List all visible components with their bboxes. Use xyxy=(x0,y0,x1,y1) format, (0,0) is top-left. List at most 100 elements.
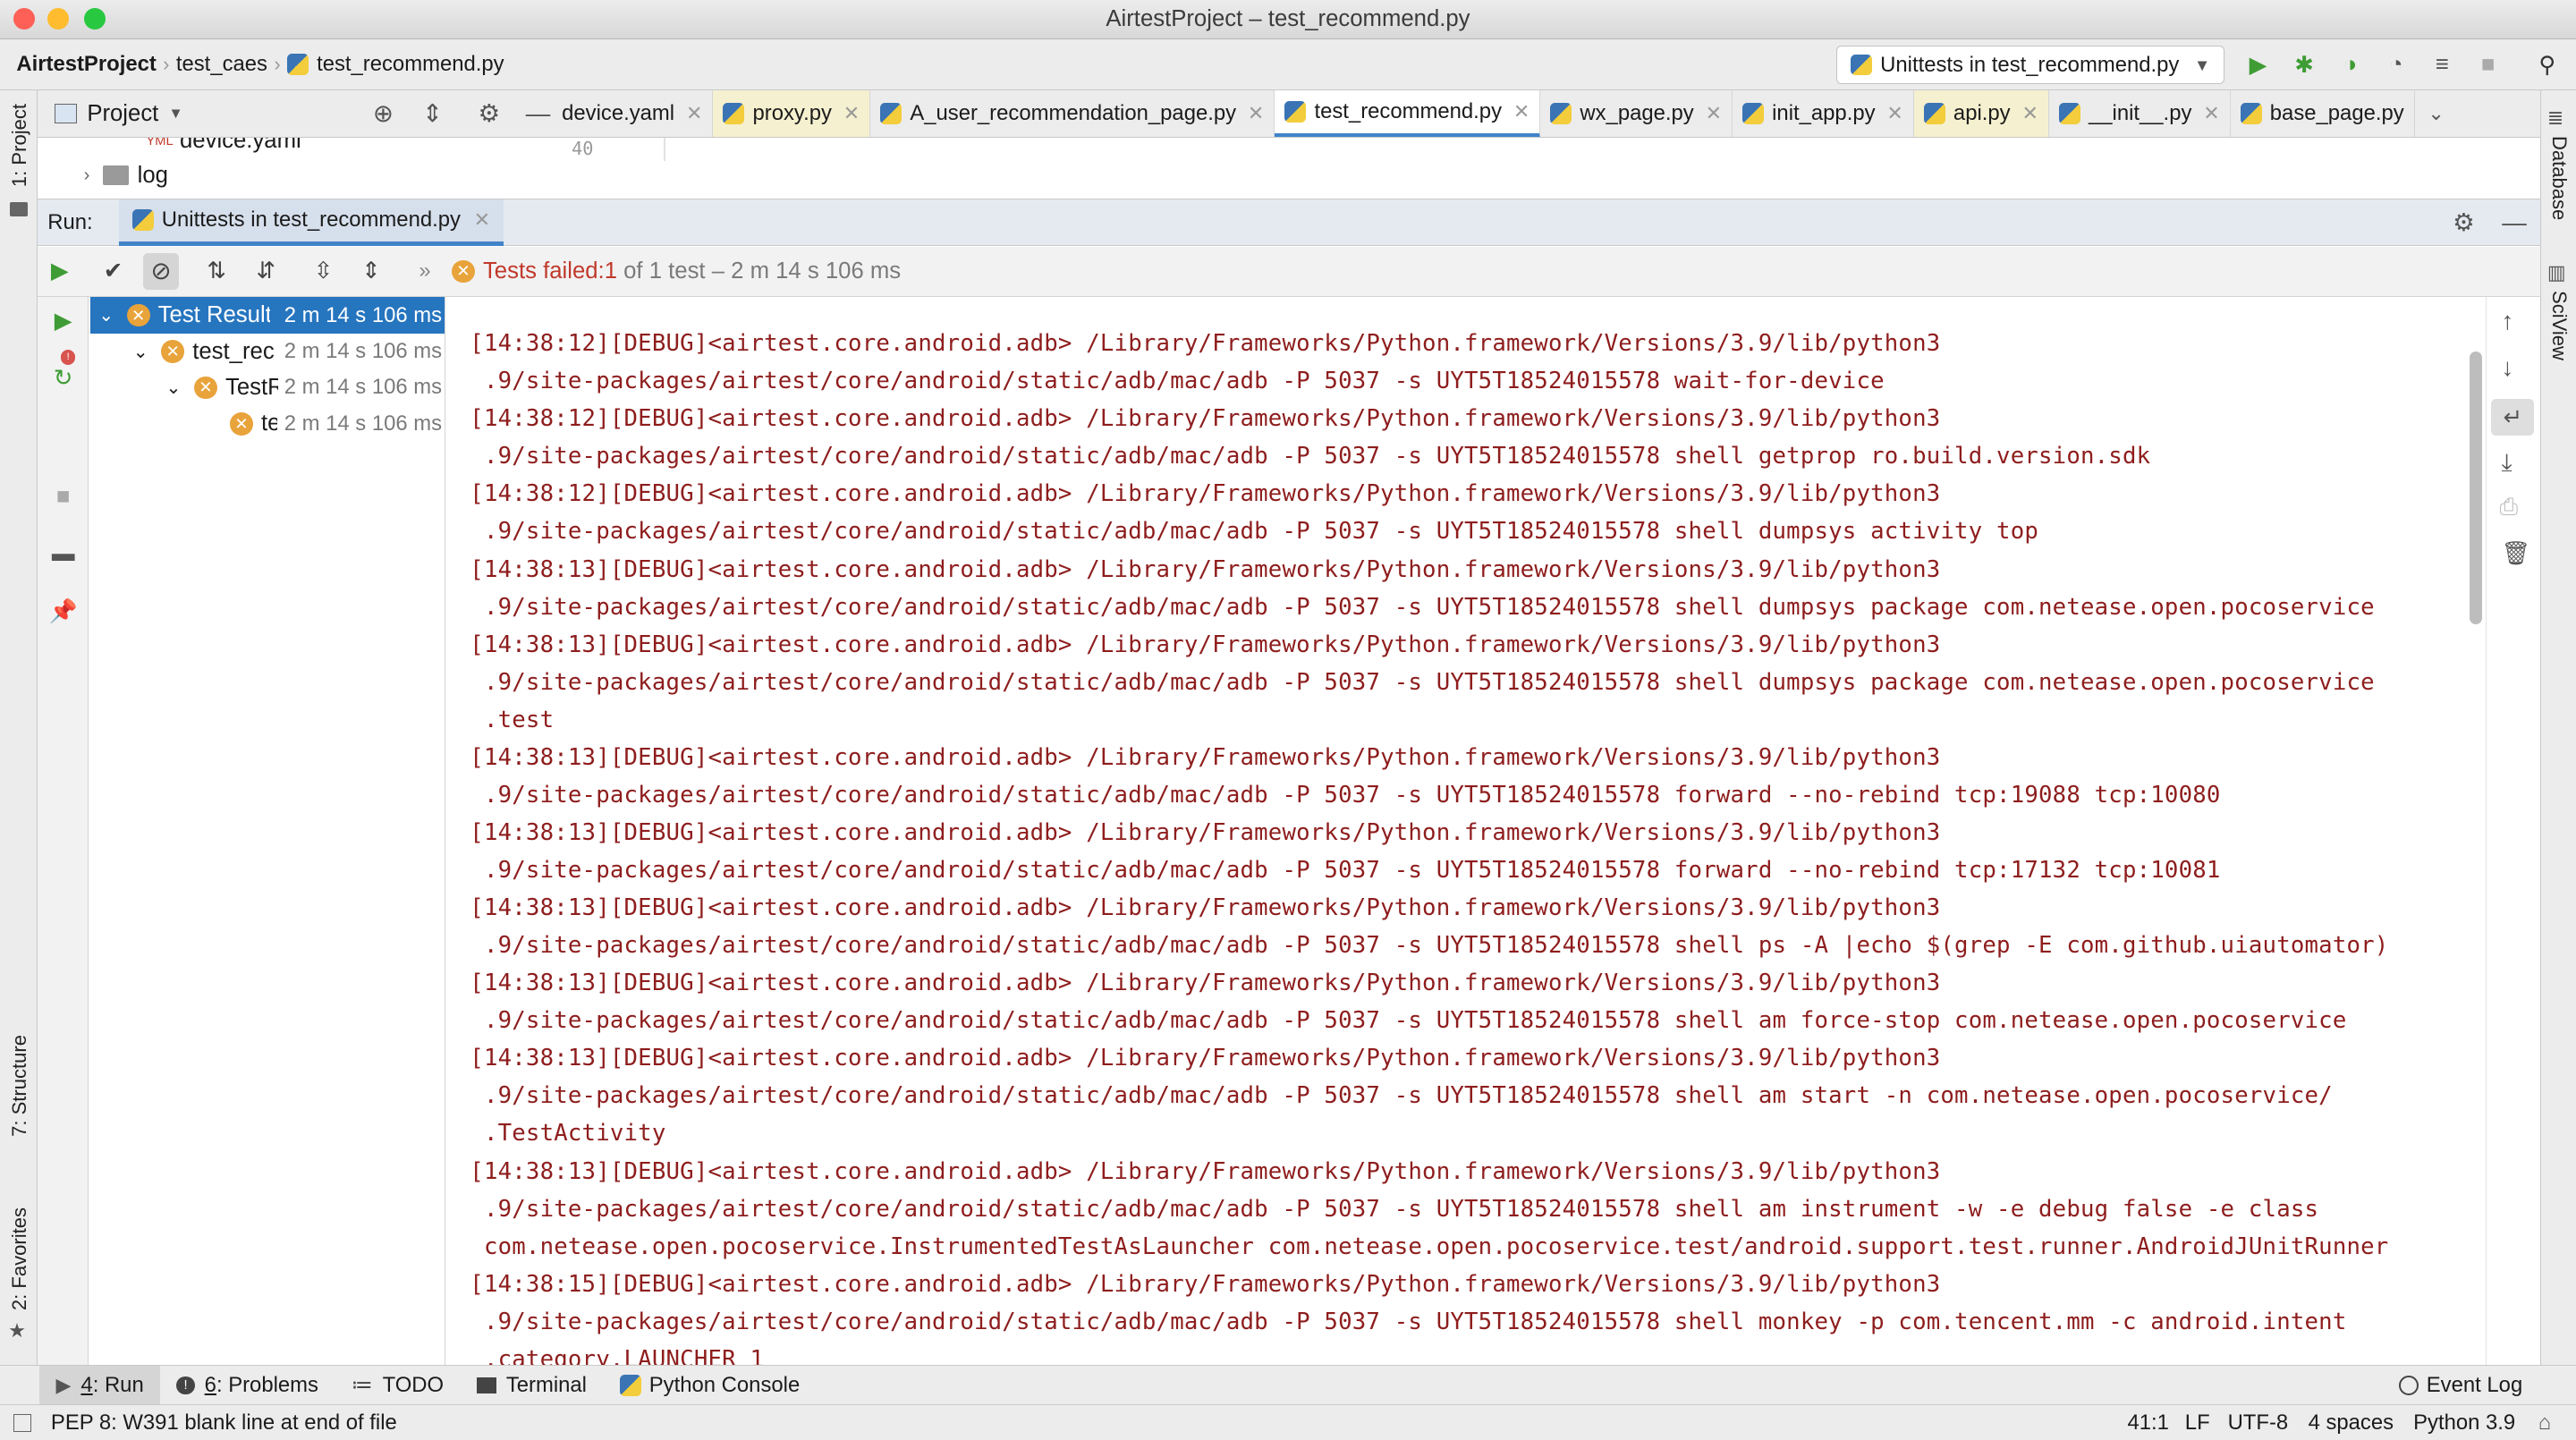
tab-problems[interactable]: ! 6: Problems xyxy=(160,1366,335,1405)
toggle-tool-windows-icon[interactable] xyxy=(13,1413,31,1433)
expand-all-icon[interactable]: ⇳ xyxy=(314,258,334,284)
close-icon[interactable]: ✕ xyxy=(686,102,702,125)
tab-todo[interactable]: ≔ TODO xyxy=(335,1366,460,1405)
close-icon[interactable]: ✕ xyxy=(1706,102,1722,125)
tab-base-page[interactable]: base_page.py xyxy=(2231,90,2415,138)
debug-icon[interactable]: ✱ xyxy=(2290,51,2318,79)
tab-run[interactable]: ▶ 4: Run xyxy=(39,1365,161,1405)
title-bar: AirtestProject – test_recommend.py xyxy=(0,0,2576,40)
python-interpreter[interactable]: Python 3.9 xyxy=(2413,1410,2515,1436)
close-icon[interactable]: ✕ xyxy=(1513,100,1530,123)
zoom-window-button[interactable] xyxy=(83,8,106,30)
locate-icon[interactable]: ⊕ xyxy=(373,99,394,128)
show-ignored-icon[interactable]: ⊘ xyxy=(142,253,180,290)
tab-event-log[interactable]: Event Log xyxy=(2382,1366,2538,1405)
scroll-to-end-icon[interactable]: ⤓ xyxy=(2501,448,2512,478)
console-output[interactable]: [14:38:12][DEBUG]<airtest.core.android.a… xyxy=(446,297,2486,1366)
test-tree-row[interactable]: ✕ test_recommend 2 m 14 s 106 ms xyxy=(90,406,445,442)
sciview-tool-window-button[interactable]: SciView xyxy=(2547,291,2571,360)
tree-item-log[interactable]: › log xyxy=(84,163,168,189)
python-file-icon xyxy=(1550,103,1572,125)
breadcrumb-project[interactable]: AirtestProject xyxy=(16,52,156,77)
console-line: [14:38:13][DEBUG]<airtest.core.android.a… xyxy=(470,818,1941,846)
breadcrumb-file[interactable]: test_recommend.py xyxy=(317,52,504,77)
toggle-auto-test-icon[interactable] xyxy=(47,348,79,379)
test-tree-row[interactable]: ⌄ ✕ TestRecommend 2 m 14 s 106 ms xyxy=(90,369,445,405)
chevron-right-icon[interactable]: › xyxy=(84,165,90,186)
profile-icon[interactable]: ◔ xyxy=(2382,51,2410,79)
indent-settings[interactable]: 4 spaces xyxy=(2309,1410,2394,1436)
print-icon[interactable]: ⎙ xyxy=(2500,495,2519,521)
chevron-down-icon[interactable]: ⌄ xyxy=(98,304,114,326)
database-tool-window-button[interactable]: Database xyxy=(2547,136,2571,220)
up-arrow-icon[interactable]: ↑ xyxy=(2501,307,2513,335)
test-tree-row[interactable]: ⌄ ✕ test_recommend 2 m 14 s 106 ms xyxy=(90,334,445,369)
project-tool-window-button[interactable]: 1: Project xyxy=(8,104,31,187)
soft-wrap-icon[interactable]: ↵ xyxy=(2491,399,2535,436)
close-icon[interactable]: ✕ xyxy=(2021,102,2038,125)
tab-device-yaml[interactable]: device.yaml ✕ xyxy=(562,90,714,138)
status-count: 1 xyxy=(604,258,617,284)
collapse-all-icon[interactable]: ⇕ xyxy=(422,99,443,128)
chevron-down-icon[interactable]: ⌄ xyxy=(166,377,182,399)
sort-alphabetically-icon[interactable]: ⇅ xyxy=(207,258,226,284)
close-icon[interactable]: ✕ xyxy=(474,208,490,232)
run-all-icon[interactable]: ≡ xyxy=(2428,51,2456,79)
tab-test-recommend[interactable]: test_recommend.py ✕ xyxy=(1275,90,1541,138)
more-icon[interactable]: » xyxy=(419,258,430,284)
structure-tool-window-button[interactable]: 7: Structure xyxy=(8,1035,31,1137)
tab-terminal[interactable]: Terminal xyxy=(460,1366,603,1405)
run-icon[interactable]: ▶ xyxy=(2244,51,2272,79)
file-encoding[interactable]: UTF-8 xyxy=(2228,1410,2289,1436)
search-icon[interactable]: ⚲ xyxy=(2533,51,2561,79)
down-arrow-icon[interactable]: ↓ xyxy=(2501,353,2513,382)
stop-icon[interactable]: ■ xyxy=(47,481,79,512)
show-passed-icon[interactable]: ✔ xyxy=(104,258,123,284)
close-icon[interactable]: ✕ xyxy=(2203,102,2219,125)
gear-icon[interactable]: ⚙ xyxy=(2453,208,2475,237)
close-icon[interactable]: ✕ xyxy=(1886,102,1902,125)
caret-position[interactable]: 41:1 xyxy=(2128,1410,2169,1436)
rerun-icon[interactable]: ▶ xyxy=(51,258,69,284)
rerun-failed-icon[interactable]: ▶ xyxy=(47,306,79,337)
test-tree-row[interactable]: ⌄ ✕ Test Results 2 m 14 s 106 ms xyxy=(90,297,445,334)
chevron-down-icon[interactable]: ⌄ xyxy=(2428,102,2444,125)
tab-proxy[interactable]: proxy.py ✕ xyxy=(713,90,871,138)
tab-init-app[interactable]: init_app.py ✕ xyxy=(1733,90,1914,138)
tab-user-recommendation-page[interactable]: A_user_recommendation_page.py ✕ xyxy=(870,90,1275,138)
stop-icon[interactable]: ■ xyxy=(2474,51,2502,79)
tree-item-device-yaml[interactable]: YML device.yaml xyxy=(146,138,301,154)
run-tab[interactable]: Unittests in test_recommend.py ✕ xyxy=(119,199,504,246)
close-icon[interactable]: ✕ xyxy=(1248,102,1264,125)
chevron-right-icon: › xyxy=(163,53,170,76)
lock-icon[interactable]: ⌂ xyxy=(2538,1410,2551,1436)
chevron-down-icon[interactable]: ⌄ xyxy=(133,341,148,363)
tab-api[interactable]: api.py ✕ xyxy=(1913,90,2049,138)
chevron-down-icon[interactable]: ▼ xyxy=(168,105,182,123)
close-icon[interactable]: ✕ xyxy=(843,102,860,125)
minimize-window-button[interactable] xyxy=(47,8,70,30)
tab-init[interactable]: __init__.py ✕ xyxy=(2049,90,2231,138)
collapse-all-icon[interactable]: ⇕ xyxy=(361,258,381,284)
gear-icon[interactable]: ⚙ xyxy=(478,99,500,128)
console-scrollbar[interactable] xyxy=(2469,352,2483,624)
sort-by-duration-icon[interactable]: ⇵ xyxy=(257,258,276,284)
layout-icon[interactable]: ▬ xyxy=(47,538,79,570)
breadcrumb-folder[interactable]: test_caes xyxy=(176,52,267,77)
run-configuration-select[interactable]: Unittests in test_recommend.py ▼ xyxy=(1836,46,2224,84)
trash-icon[interactable]: 🗑 xyxy=(2501,540,2530,567)
pin-icon[interactable]: 📌 xyxy=(47,597,79,628)
tab-label: proxy.py xyxy=(752,101,832,126)
tab-python-console[interactable]: Python Console xyxy=(603,1366,816,1405)
favorites-tool-window-button[interactable]: 2: Favorites xyxy=(8,1207,31,1310)
tab-label: init_app.py xyxy=(1772,101,1876,126)
python-file-icon xyxy=(880,103,902,125)
line-separator[interactable]: LF xyxy=(2185,1410,2210,1436)
hide-icon[interactable]: — xyxy=(2502,208,2527,237)
hide-icon[interactable]: — xyxy=(526,99,551,128)
tab-wx-page[interactable]: wx_page.py ✕ xyxy=(1540,90,1733,138)
close-window-button[interactable] xyxy=(13,8,35,30)
editor-area[interactable]: 40 xyxy=(562,138,2540,199)
project-view-title[interactable]: Project xyxy=(87,101,158,127)
coverage-icon[interactable]: ◑ xyxy=(2336,51,2364,79)
